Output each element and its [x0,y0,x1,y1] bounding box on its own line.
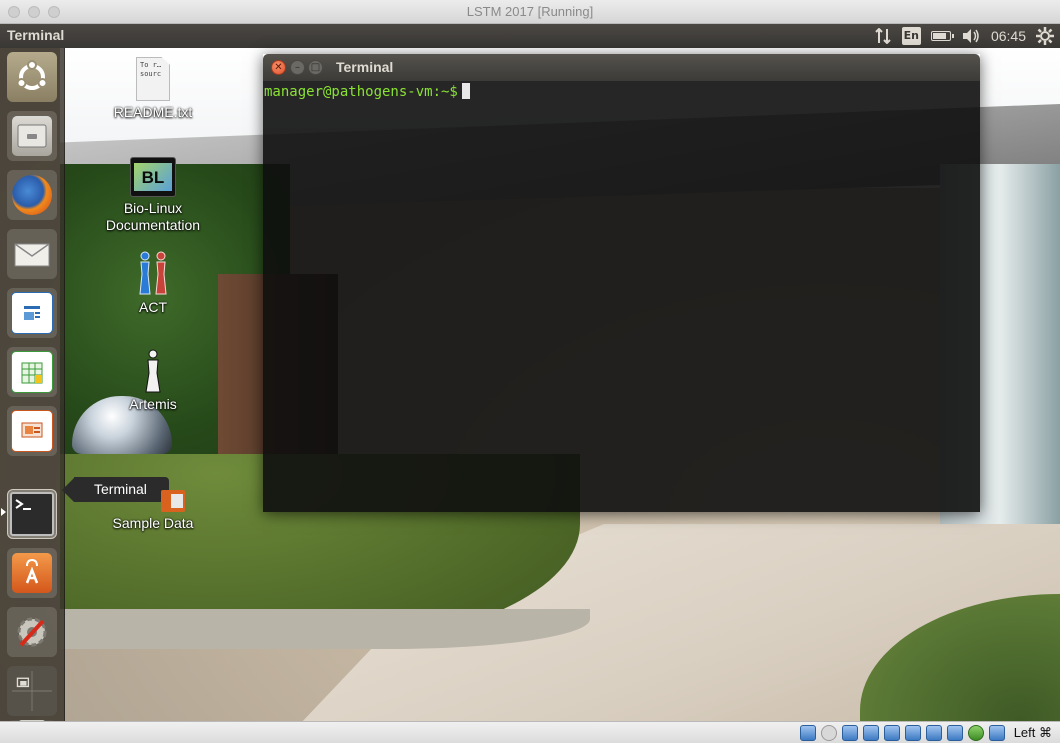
desktop-icon-label: ACT [139,299,167,315]
battery-icon[interactable] [930,26,954,46]
top-panel: Terminal En 06:45 [0,24,1060,48]
clock[interactable]: 06:45 [991,26,1026,46]
network-icon[interactable] [841,725,858,741]
launcher-files[interactable] [7,111,57,161]
capture-icon[interactable] [946,725,963,741]
desktop-icon-label: Artemis [129,396,177,412]
host-window-titlebar: LSTM 2017 [Running] [0,0,1060,24]
video-capture-icon[interactable] [967,725,984,741]
workspaces-icon [12,671,52,711]
desktop-icon-label: Sample Data [112,515,194,531]
act-figures-icon [93,250,213,296]
bio-linux-icon: BL [93,153,213,197]
recording-icon[interactable] [925,725,942,741]
spreadsheet-icon [11,351,53,393]
envelope-icon [12,234,52,274]
terminal-minimize-button[interactable]: – [290,60,305,75]
launcher-impress[interactable] [7,406,57,456]
minimize-icon: – [295,61,300,73]
terminal-close-button[interactable]: ✕ [271,60,286,75]
close-icon: ✕ [274,61,283,73]
terminal-title: Terminal [336,59,394,75]
bio-linux-badge: BL [134,163,172,191]
terminal-window[interactable]: ✕ – □ Terminal manager@pathogens-vm:~$ [263,54,980,512]
usb-icon[interactable] [862,725,879,741]
writer-document-icon [11,292,53,334]
desktop-icon-readme[interactable]: To r… sourc README.txt [93,56,213,121]
vm-display: Terminal En 06:45 Terminal To r… sourc R… [0,24,1060,721]
display-icon[interactable] [904,725,921,741]
terminal-icon [10,492,54,536]
desktop-icon-act[interactable]: ACT [93,250,213,316]
launcher-system-settings[interactable] [7,607,57,657]
keyboard-layout-icon[interactable]: En [901,26,921,46]
launcher-software-center[interactable] [7,548,57,598]
shopping-bag-icon [12,553,52,593]
vbox-status-bar: Left ⌘ [0,721,1060,743]
optical-drive-icon[interactable] [820,725,837,741]
launcher-dash-home[interactable] [7,52,57,102]
vbox-device-icons: Left ⌘ [799,724,1052,742]
launcher-firefox[interactable] [7,170,57,220]
file-cabinet-icon [12,116,52,156]
settings-gear-icon[interactable] [1036,26,1054,46]
mouse-integration-icon[interactable] [988,725,1005,741]
artemis-figure-icon [93,349,213,393]
launcher-workspace-switcher[interactable] [7,666,57,716]
text-cursor [461,83,470,99]
folder-icon [93,474,213,512]
presentation-icon [11,410,53,452]
launcher-calc[interactable] [7,347,57,397]
terminal-titlebar[interactable]: ✕ – □ Terminal [263,54,980,81]
hard-disk-icon[interactable] [799,725,816,741]
active-indicator [1,508,6,516]
launcher-terminal[interactable] [7,489,57,539]
desktop-icon-bio-linux-documentation[interactable]: BL Bio-Linux Documentation [93,153,213,234]
shell-prompt: manager@pathogens-vm:~$ [264,84,458,100]
settings-wrench-icon [12,612,52,652]
text-file-icon: To r… sourc [93,56,213,101]
host-key-label: Left ⌘ [1013,725,1052,740]
focused-app-title: Terminal [7,27,65,43]
terminal-content[interactable]: manager@pathogens-vm:~$ [263,81,980,512]
ubuntu-logo-icon [12,57,52,97]
desktop-icon-artemis[interactable]: Artemis [93,349,213,413]
terminal-maximize-button[interactable]: □ [308,60,323,75]
unity-launcher [0,48,65,721]
indicator-area: En 06:45 [874,26,1054,46]
desktop-icon-label: Bio-Linux Documentation [105,200,201,233]
network-updown-icon[interactable] [874,26,892,46]
volume-icon[interactable] [961,26,981,46]
firefox-icon [12,175,52,215]
desktop-icon-label: README.txt [113,104,193,120]
desktop-icon-sample-data[interactable]: Sample Data [93,474,213,532]
file-preview-text: To r… sourc [136,57,170,101]
host-window-title: LSTM 2017 [Running] [466,4,594,19]
shared-folders-icon[interactable] [883,725,900,741]
maximize-icon: □ [310,61,321,73]
launcher-mail[interactable] [7,229,57,279]
launcher-writer[interactable] [7,288,57,338]
